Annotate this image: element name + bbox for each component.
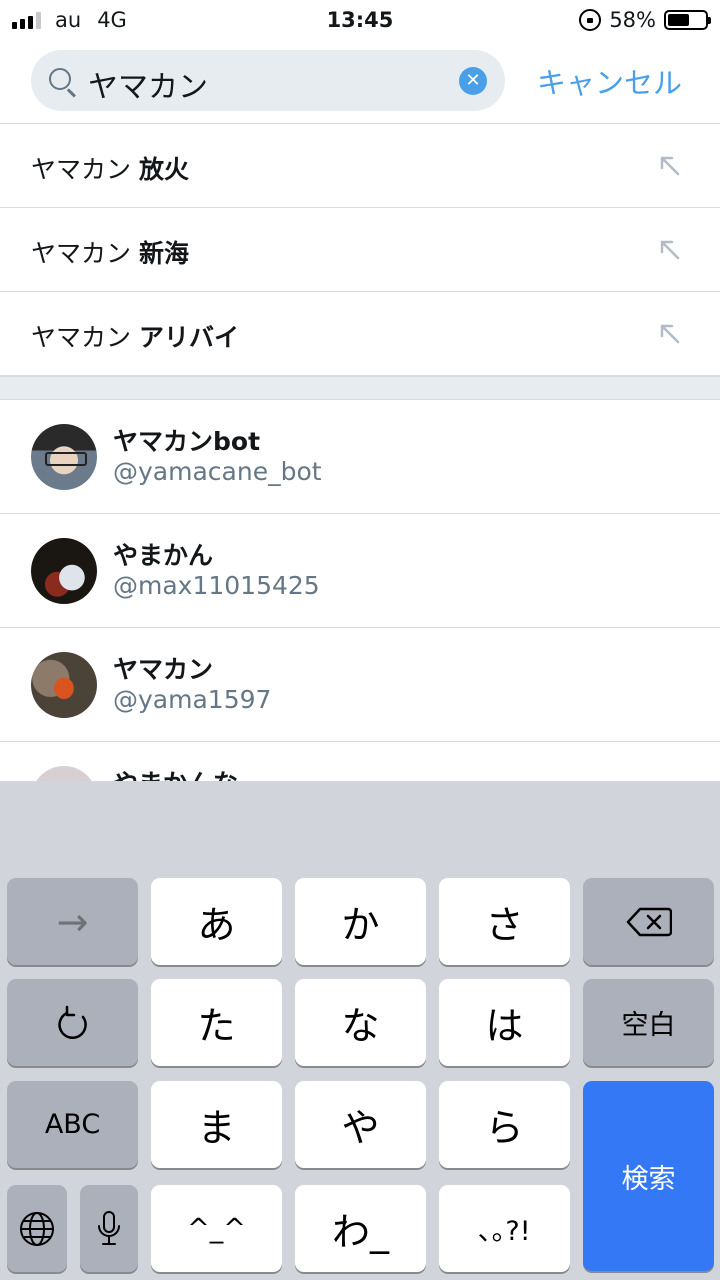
suggestion-label: ヤマカン 放火 xyxy=(31,155,189,184)
globe-key[interactable] xyxy=(7,1185,67,1272)
suggestion-label: ヤマカン 新海 xyxy=(31,239,189,268)
search-query[interactable]: ヤマカン xyxy=(88,62,208,106)
avatar[interactable] xyxy=(31,538,97,604)
backspace-icon xyxy=(626,907,672,936)
backspace-key[interactable] xyxy=(583,878,714,965)
key-a[interactable]: あ xyxy=(151,878,282,965)
fill-query-arrow-icon[interactable] xyxy=(658,154,682,178)
user-display-name: やまかんな xyxy=(113,764,238,781)
section-divider xyxy=(0,376,720,400)
search-icon xyxy=(49,68,71,90)
search-input[interactable]: ヤマカン ✕ xyxy=(31,50,505,111)
undo-icon xyxy=(57,1005,87,1039)
key-ma[interactable]: ま xyxy=(151,1081,282,1168)
key-wa[interactable]: わ_ xyxy=(295,1185,426,1272)
space-key[interactable]: 空白 xyxy=(583,979,714,1066)
key-punctuation[interactable]: ､｡?! xyxy=(439,1185,570,1272)
suggestion-label: ヤマカン アリバイ xyxy=(31,323,239,352)
carrier-label: au xyxy=(55,8,82,32)
key-ha[interactable]: は xyxy=(439,979,570,1066)
status-bar: au 4G 13:45 58% xyxy=(0,0,720,40)
key-ta[interactable]: た xyxy=(151,979,282,1066)
key-ra[interactable]: ら xyxy=(439,1081,570,1168)
user-handle: @max11015425 xyxy=(113,571,320,600)
avatar[interactable] xyxy=(31,424,97,490)
microphone-icon xyxy=(98,1210,120,1245)
user-result-row[interactable]: やまかん @max11015425 xyxy=(0,514,720,628)
battery-percent: 58% xyxy=(609,8,656,32)
abc-key[interactable]: ABC xyxy=(7,1081,138,1168)
fill-query-arrow-icon[interactable] xyxy=(658,238,682,262)
next-candidate-key[interactable]: → xyxy=(7,878,138,965)
clear-icon[interactable]: ✕ xyxy=(459,67,487,95)
search-key[interactable]: 検索 xyxy=(583,1081,714,1271)
network-label: 4G xyxy=(97,8,127,32)
user-result-row[interactable]: ヤマカン @yama1597 xyxy=(0,628,720,742)
key-emoticon[interactable]: ^_^ xyxy=(151,1185,282,1272)
user-display-name: ヤマカン xyxy=(113,655,214,684)
user-display-name: ヤマカンbot xyxy=(113,427,261,456)
user-result-row[interactable]: ヤマカンbot @yamacane_bot xyxy=(0,400,720,514)
key-na[interactable]: な xyxy=(295,979,426,1066)
cancel-button[interactable]: キャンセル xyxy=(537,60,682,102)
suggestion-item[interactable]: ヤマカン 新海 xyxy=(0,208,720,292)
undo-key[interactable] xyxy=(7,979,138,1066)
user-result-row[interactable]: やまかんな xyxy=(0,742,720,781)
avatar[interactable] xyxy=(31,652,97,718)
suggestion-item[interactable]: ヤマカン アリバイ xyxy=(0,292,720,376)
key-sa[interactable]: さ xyxy=(439,878,570,965)
avatar[interactable] xyxy=(31,766,97,781)
search-suggestions: ヤマカン 放火 ヤマカン 新海 ヤマカン アリバイ xyxy=(0,124,720,376)
battery-icon xyxy=(664,10,711,30)
fill-query-arrow-icon[interactable] xyxy=(658,322,682,346)
user-handle: @yamacane_bot xyxy=(113,457,322,486)
globe-icon xyxy=(20,1211,54,1246)
key-ka[interactable]: か xyxy=(295,878,426,965)
user-display-name: やまかん xyxy=(113,541,214,570)
microphone-key[interactable] xyxy=(80,1185,138,1272)
key-ya[interactable]: や xyxy=(295,1081,426,1168)
japanese-kana-keyboard: → あ か さ た な は 空白 ABC ま や ら 検索 ^_^ わ_ ､｡?… xyxy=(0,781,720,1280)
user-handle: @yama1597 xyxy=(113,685,272,714)
rotation-lock-icon xyxy=(579,9,602,31)
user-results: ヤマカンbot @yamacane_bot やまかん @max11015425 … xyxy=(0,400,720,781)
signal-strength-icon xyxy=(12,11,41,29)
search-header: ヤマカン ✕ キャンセル xyxy=(0,40,720,124)
suggestion-item[interactable]: ヤマカン 放火 xyxy=(0,124,720,208)
